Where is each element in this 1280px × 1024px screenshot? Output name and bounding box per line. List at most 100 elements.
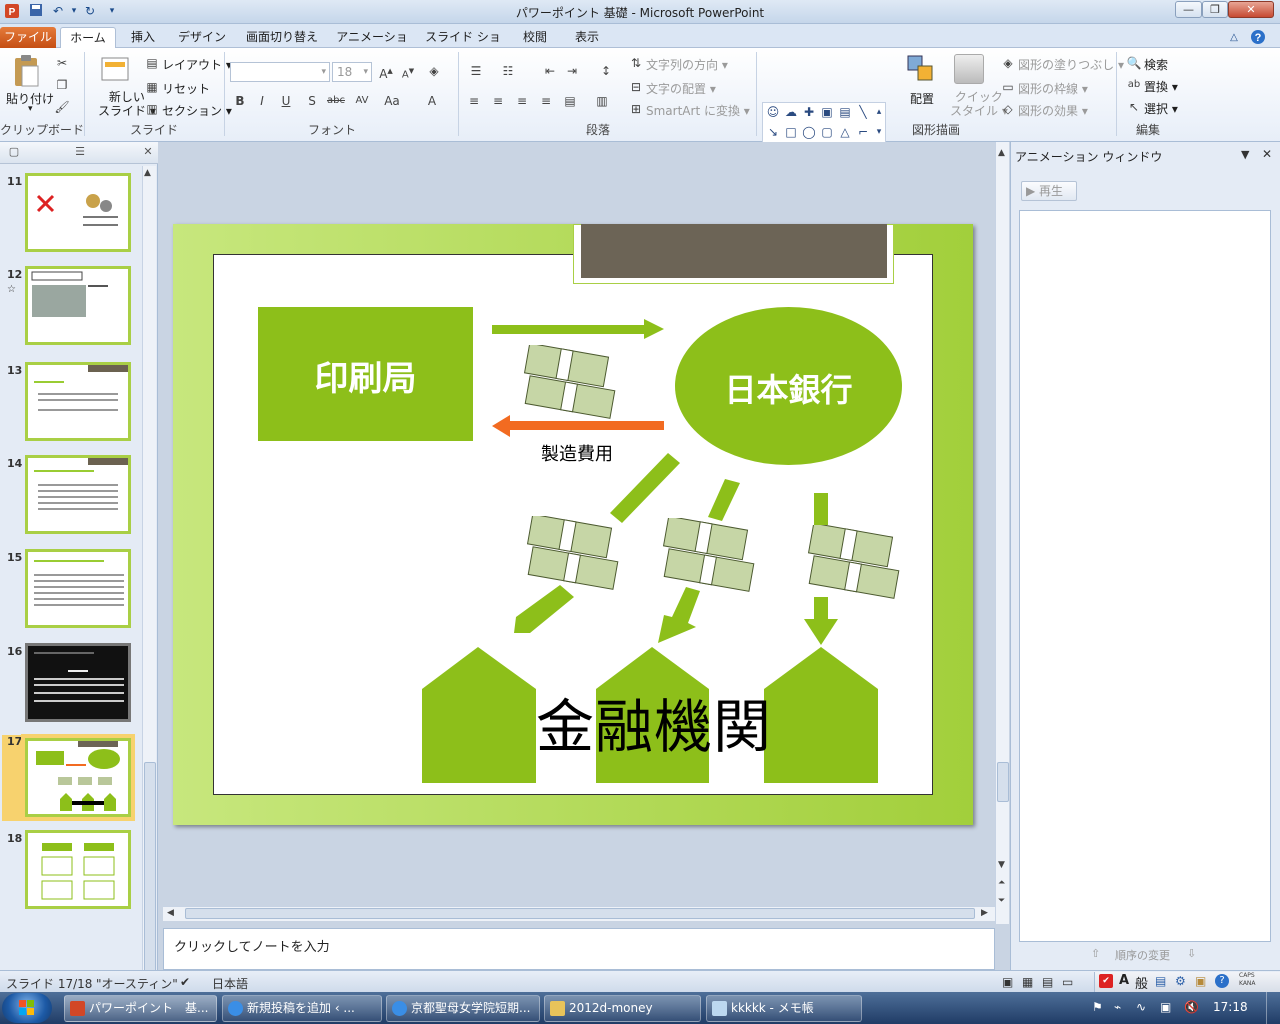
animation-list[interactable] (1019, 210, 1271, 942)
slide-thumbnail-12[interactable] (25, 266, 131, 345)
increase-indent-icon[interactable]: ⇥ (562, 62, 582, 80)
help-icon[interactable]: ? (1250, 29, 1266, 45)
show-desktop-button[interactable] (1266, 992, 1280, 1024)
scroll-right-icon[interactable]: ▶ (981, 908, 988, 918)
audio-device-icon[interactable]: ∿ (1136, 1000, 1146, 1014)
arrange-icon[interactable] (906, 54, 936, 84)
copy-icon[interactable]: ❐ (52, 76, 72, 94)
paste-icon[interactable] (12, 54, 42, 87)
tab-animations[interactable]: アニメーション (332, 27, 412, 64)
slide-thumbnail-14[interactable] (25, 455, 131, 534)
printing-bureau-box[interactable]: 印刷局 (258, 307, 473, 441)
slide-thumbnail-11[interactable] (25, 173, 131, 252)
textbox-shape-icon[interactable]: ▣ (819, 105, 835, 119)
slide-vertical-scrollbar[interactable]: ▲ ▼ ⏶ ⏷ (995, 142, 1009, 924)
slide-thumbnail-17[interactable] (25, 738, 131, 817)
font-color-icon[interactable]: A (422, 92, 442, 110)
slides-scroll-thumb[interactable] (144, 762, 156, 992)
kana-mode-icon[interactable]: 般 (1135, 973, 1148, 992)
taskbar-item-folder[interactable]: 2012d-money (544, 995, 701, 1022)
character-spacing-icon[interactable]: AV (352, 92, 372, 110)
close-animation-pane-icon[interactable]: ✕ (1262, 147, 1272, 161)
tab-transitions[interactable]: 画面切り替え (240, 27, 324, 48)
new-slide-icon[interactable] (100, 54, 130, 84)
convert-smartart-button[interactable]: SmartArt に変換 ▾ (646, 102, 750, 119)
section-button[interactable]: セクション ▾ (162, 102, 232, 119)
clear-formatting-icon[interactable]: ◈ (424, 62, 444, 80)
slide-sorter-view-icon[interactable]: ▦ (1022, 975, 1033, 989)
line-shape-icon[interactable]: ╲ (855, 105, 871, 119)
font-size-combo[interactable]: 18 ▾ (332, 62, 372, 82)
align-center-icon[interactable]: ≡ (488, 92, 508, 110)
reset-button[interactable]: リセット (162, 80, 210, 97)
pane-options-icon[interactable]: ▼ (1241, 148, 1249, 161)
ime-language-bar[interactable]: ✔ A 般 ▤ ⚙ ▣ ? CAPS KANA (1094, 972, 1280, 992)
volume-icon[interactable]: 🔇 (1184, 1000, 1199, 1014)
ime-pad-icon[interactable]: ▤ (1155, 974, 1166, 988)
notes-pane[interactable]: クリックしてノートを入力 (163, 928, 995, 970)
scroll-left-icon[interactable]: ◀ (167, 908, 174, 918)
horizontal-scroll-thumb[interactable] (185, 908, 975, 919)
close-pane-icon[interactable]: ✕ (140, 145, 156, 159)
text-direction-button[interactable]: 文字列の方向 ▾ (646, 56, 728, 73)
previous-slide-icon[interactable]: ⏶ (998, 878, 1005, 888)
change-case-icon[interactable]: Aa (382, 92, 402, 110)
ime-dictionary-icon[interactable]: ▣ (1195, 974, 1206, 988)
language-indicator[interactable]: 日本語 (212, 975, 248, 992)
increase-font-icon[interactable]: A▲ (376, 62, 396, 81)
font-family-combo[interactable]: ▾ (230, 62, 330, 82)
underline-icon[interactable]: U (276, 92, 296, 110)
ime-tools-icon[interactable]: ⚙ (1175, 974, 1186, 988)
italic-icon[interactable]: I (252, 92, 272, 110)
paste-dropdown-icon[interactable]: ▾ (28, 104, 33, 114)
close-button[interactable]: ✕ (1228, 1, 1274, 18)
minimize-ribbon-icon[interactable]: △ (1226, 30, 1242, 46)
shapes-scroll-up-icon[interactable]: ▴ (871, 105, 887, 119)
taskbar-item-browser-2[interactable]: 京都聖母女学院短期... (386, 995, 540, 1022)
align-left-icon[interactable]: ≡ (464, 92, 484, 110)
decrease-indent-icon[interactable]: ⇤ (540, 62, 560, 80)
line-spacing-icon[interactable]: ↕ (596, 62, 616, 80)
select-button[interactable]: 選択 ▾ (1144, 100, 1178, 117)
slide-thumbnail-16[interactable] (25, 643, 131, 722)
bullets-icon[interactable]: ☰ (466, 62, 486, 80)
tab-review[interactable]: 校閲 (512, 27, 558, 48)
distribute-icon[interactable]: ▤ (560, 92, 580, 110)
outline-tab-icon[interactable]: ☰ (72, 145, 88, 159)
start-button[interactable] (2, 993, 52, 1023)
clock[interactable]: 17:18 (1213, 1000, 1248, 1014)
tab-file[interactable]: ファイル (0, 27, 56, 48)
slide-horizontal-scrollbar[interactable]: ◀ ▶ (163, 906, 995, 921)
shape-fill-button[interactable]: 図形の塗りつぶし ▾ (1018, 56, 1124, 73)
slideshow-view-icon[interactable]: ▭ (1062, 975, 1073, 989)
cut-icon[interactable]: ✂ (52, 54, 72, 72)
input-mode-icon[interactable]: A (1119, 973, 1129, 988)
smiley-shape-icon[interactable]: ☺ (765, 105, 781, 119)
action-center-icon[interactable]: ⚑ (1092, 1000, 1103, 1014)
taskbar-item-notepad[interactable]: kkkkk - メモ帳 (706, 995, 862, 1022)
move-down-icon[interactable]: ⇩ (1187, 947, 1196, 960)
tab-design[interactable]: デザイン (172, 27, 232, 48)
network-icon[interactable]: ▣ (1160, 1000, 1171, 1014)
next-slide-icon[interactable]: ⏷ (998, 896, 1005, 906)
scroll-up-icon[interactable]: ▲ (998, 148, 1005, 158)
scroll-up-icon[interactable]: ▲ (144, 168, 151, 178)
ime-icon[interactable]: ✔ (1099, 974, 1113, 988)
bold-icon[interactable]: B (230, 92, 250, 110)
spell-check-icon[interactable]: ✔ (180, 975, 190, 989)
quick-styles-icon[interactable] (954, 54, 984, 84)
columns-icon[interactable]: ▥ (592, 92, 612, 110)
layout-button[interactable]: レイアウト ▾ (162, 56, 232, 73)
vertical-textbox-shape-icon[interactable]: ▤ (837, 105, 853, 119)
decrease-font-icon[interactable]: A▼ (398, 62, 418, 80)
strikethrough-icon[interactable]: abc (326, 92, 346, 110)
taskbar-item-powerpoint[interactable]: パワーポイント 基... (64, 995, 217, 1022)
cloud-shape-icon[interactable]: ☁ (783, 105, 799, 119)
taskbar-item-browser-1[interactable]: 新規投稿を追加 ‹ ... (222, 995, 382, 1022)
maximize-button[interactable]: ❐ (1202, 1, 1228, 18)
reading-view-icon[interactable]: ▤ (1042, 975, 1053, 989)
ime-help-icon[interactable]: ? (1215, 974, 1229, 988)
replace-button[interactable]: 置換 ▾ (1144, 78, 1178, 95)
notes-placeholder[interactable]: クリックしてノートを入力 (174, 936, 330, 955)
tab-view[interactable]: 表示 (564, 27, 610, 48)
